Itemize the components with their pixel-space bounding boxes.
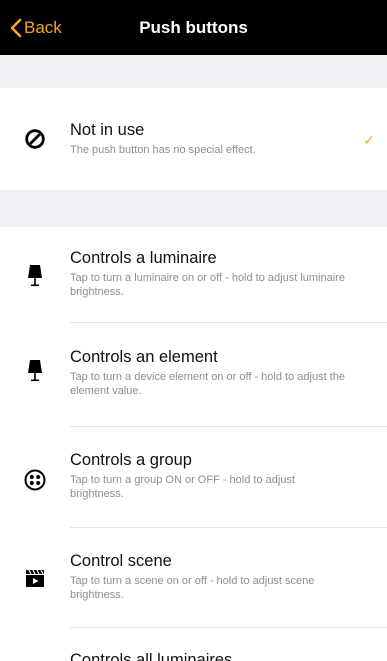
navigation-bar: Back Push buttons [0,0,387,55]
back-label: Back [24,17,62,37]
option-description: Tap to turn a scene on or off - hold to … [70,575,315,601]
scene-clapper-icon [22,565,48,591]
option-title: Controls a luminaire [70,249,217,267]
lamp-icon [22,263,48,289]
prohibited-icon [22,126,48,152]
option-control-scene[interactable]: Control scene Tap to turn a scene on or … [0,528,387,628]
option-description: Tap to turn a device element on or off -… [70,371,345,397]
back-button[interactable]: Back [10,0,62,55]
option-controls-element[interactable]: Controls an element Tap to turn a device… [0,323,387,427]
lamp-icon [22,358,48,384]
page-title: Push buttons [139,17,248,37]
option-title: Control scene [70,552,172,570]
option-description: Tap to turn a luminaire on or off - hold… [70,272,345,298]
option-controls-group[interactable]: Controls a group Tap to turn a group ON … [0,427,387,528]
option-title: Controls all luminaires [70,651,233,661]
option-not-in-use[interactable]: Not in use The push button has no specia… [0,88,387,190]
option-title: Not in use [70,121,145,139]
option-title: Controls an element [70,348,218,366]
group-icon [22,467,48,493]
option-description: The push button has no special effect. [70,144,256,156]
section-spacer [0,55,387,88]
section-spacer [0,190,387,227]
checkmark-icon: ✓ [363,132,375,148]
option-description: Tap to turn a group ON or OFF - hold to … [70,474,295,500]
option-controls-all-luminaires[interactable]: Controls all luminaires [0,628,387,661]
option-title: Controls a group [70,451,192,469]
chevron-left-icon [10,18,24,38]
option-controls-luminaire[interactable]: Controls a luminaire Tap to turn a lumin… [0,227,387,323]
